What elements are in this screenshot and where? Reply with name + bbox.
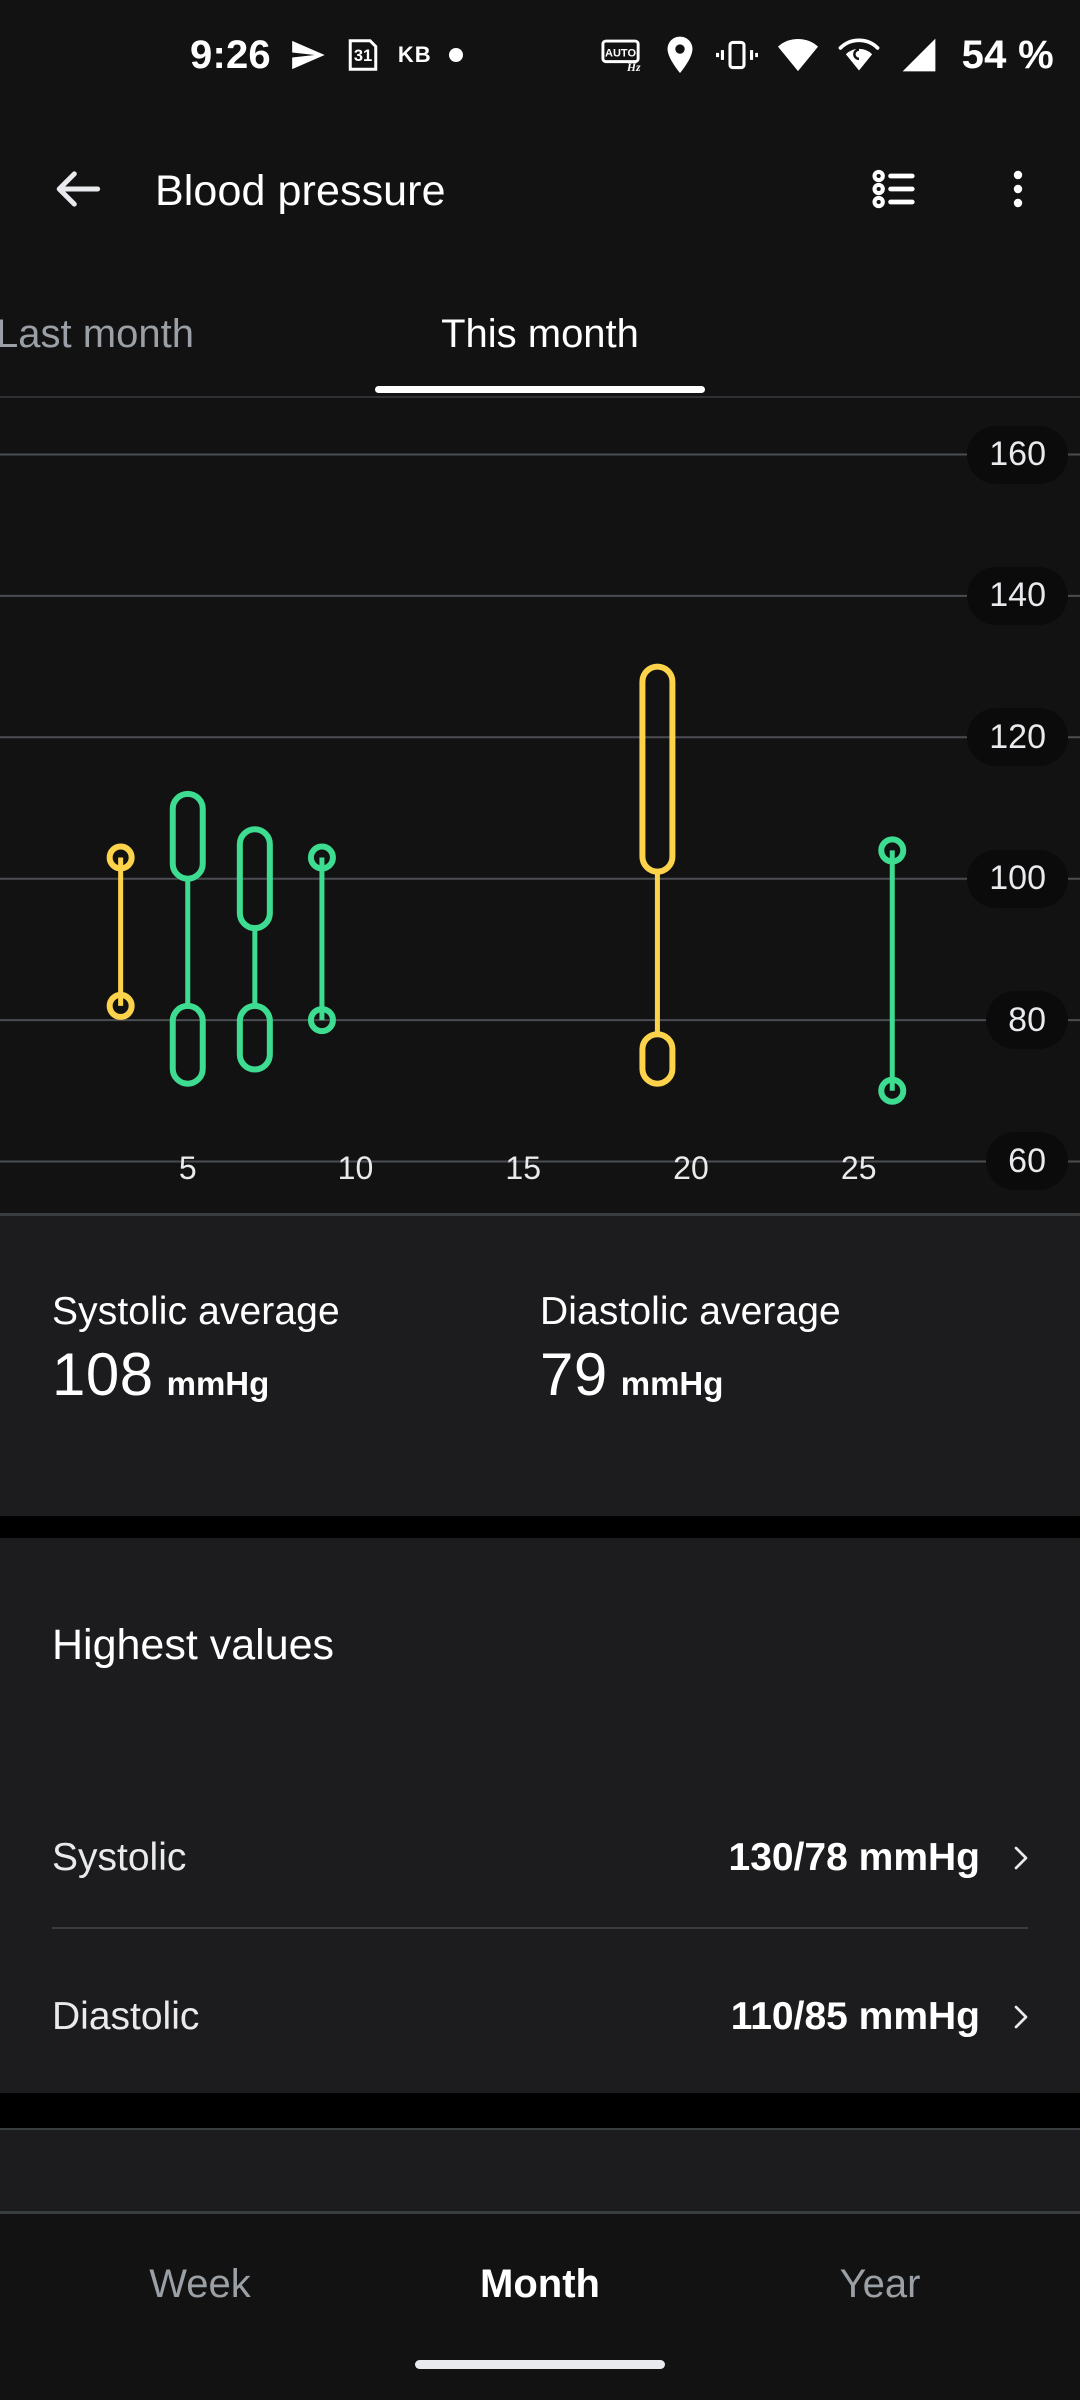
x-axis-label-15: 15: [505, 1150, 542, 1186]
chevron-right-icon: [1004, 1842, 1036, 1874]
tab-active-indicator: [375, 386, 705, 393]
app-screen: 9:26 31 KB AUTO Hz 54 % Blood pressure L…: [0, 0, 1080, 2400]
cellular-signal-icon: [899, 37, 939, 73]
blood-pressure-chart[interactable]: [0, 398, 1080, 1218]
home-indicator[interactable]: [415, 2360, 665, 2369]
app-bar-actions: [858, 153, 1056, 229]
nav-item-month[interactable]: Month: [380, 2214, 700, 2354]
page-title: Blood pressure: [155, 166, 446, 215]
x-axis-label-5: 5: [178, 1150, 197, 1186]
keyboard-kb-icon: KB: [397, 42, 432, 67]
highest-diastolic-row[interactable]: Diastolic 110/85 mmHg: [0, 1949, 1080, 2084]
systolic-average: Systolic average 108 mmHg: [52, 1290, 340, 1409]
back-button[interactable]: [36, 148, 122, 234]
x-axis-label-10: 10: [337, 1150, 374, 1186]
highest-systolic-label: Systolic: [52, 1835, 187, 1879]
status-bar-left: 9:26 31 KB: [190, 35, 463, 75]
highest-systolic-value: 130/78 mmHg: [728, 1835, 980, 1879]
highest-values-title: Highest values: [52, 1621, 335, 1669]
telegram-send-icon: [288, 35, 328, 75]
nav-item-week[interactable]: Week: [40, 2214, 360, 2354]
systolic-average-value-row: 108 mmHg: [52, 1340, 340, 1409]
battery-percentage: 54 %: [961, 32, 1054, 77]
tab-this-month[interactable]: This month: [375, 272, 705, 397]
svg-text:AUTO: AUTO: [605, 47, 636, 59]
overflow-menu-button[interactable]: [980, 153, 1056, 229]
location-pin-icon: [663, 35, 697, 75]
y-axis-label-100: 100: [967, 849, 1068, 908]
dot-icon: [448, 48, 463, 62]
highest-diastolic-label: Diastolic: [52, 1994, 200, 2038]
diastolic-average-unit: mmHg: [620, 1365, 724, 1402]
app-bar: Blood pressure: [0, 110, 1080, 272]
svg-text:31: 31: [354, 47, 372, 65]
spacer-panel: [0, 2130, 1080, 2213]
chevron-right-icon: [1004, 2001, 1036, 2033]
x-axis-label-25: 25: [840, 1150, 877, 1186]
status-bar: 9:26 31 KB AUTO Hz 54 %: [0, 0, 1080, 110]
averages-panel: Systolic average 108 mmHg Diastolic aver…: [0, 1216, 1080, 1516]
list-view-button[interactable]: [858, 153, 934, 229]
highest-diastolic-value: 110/85 mmHg: [730, 1994, 980, 2038]
diastolic-average-value-row: 79 mmHg: [540, 1340, 841, 1409]
wifi-calling-icon: [838, 38, 880, 72]
systolic-average-unit: mmHg: [166, 1365, 270, 1402]
highest-systolic-row[interactable]: Systolic 130/78 mmHg: [0, 1790, 1080, 1925]
vibrate-icon: [715, 38, 758, 72]
panel-gap-1: [0, 1516, 1080, 1538]
tab-last-month[interactable]: Last month: [0, 272, 325, 397]
y-axis-label-120: 120: [967, 708, 1068, 767]
nav-item-year[interactable]: Year: [720, 2214, 1040, 2354]
diastolic-average-value: 79: [540, 1341, 608, 1408]
status-bar-right: AUTO Hz 54 %: [600, 33, 1054, 78]
y-axis-label-140: 140: [967, 566, 1068, 625]
y-axis-label-80: 80: [986, 991, 1068, 1050]
period-tab-bar: Last month This month: [0, 272, 1080, 397]
highest-values-divider: [52, 1927, 1028, 1929]
calendar-31-icon: 31: [345, 37, 381, 73]
arrow-back-icon: [51, 161, 107, 222]
systolic-average-value: 108: [52, 1341, 154, 1408]
list-view-icon: [870, 163, 922, 220]
y-axis-label-160: 160: [967, 425, 1068, 484]
diastolic-average-label: Diastolic average: [540, 1290, 841, 1333]
svg-text:Hz: Hz: [626, 61, 641, 73]
blood-pressure-chart-card: 160 140 120 100 80 60: [0, 398, 1080, 1218]
diastolic-average: Diastolic average 79 mmHg: [540, 1290, 841, 1409]
highest-values-panel: Highest values Systolic 130/78 mmHg Dias…: [0, 1538, 1080, 2093]
more-vert-icon: [994, 165, 1042, 218]
wifi-icon: [777, 38, 819, 72]
systolic-average-label: Systolic average: [52, 1290, 340, 1333]
status-bar-clock: 9:26: [190, 33, 271, 77]
panel-gap-2: [0, 2093, 1080, 2130]
y-axis-label-60: 60: [986, 1132, 1068, 1191]
x-axis-label-20: 20: [673, 1150, 709, 1186]
range-nav-bar: Week Month Year: [0, 2214, 1080, 2400]
auto-hz-icon: AUTO Hz: [600, 37, 644, 73]
